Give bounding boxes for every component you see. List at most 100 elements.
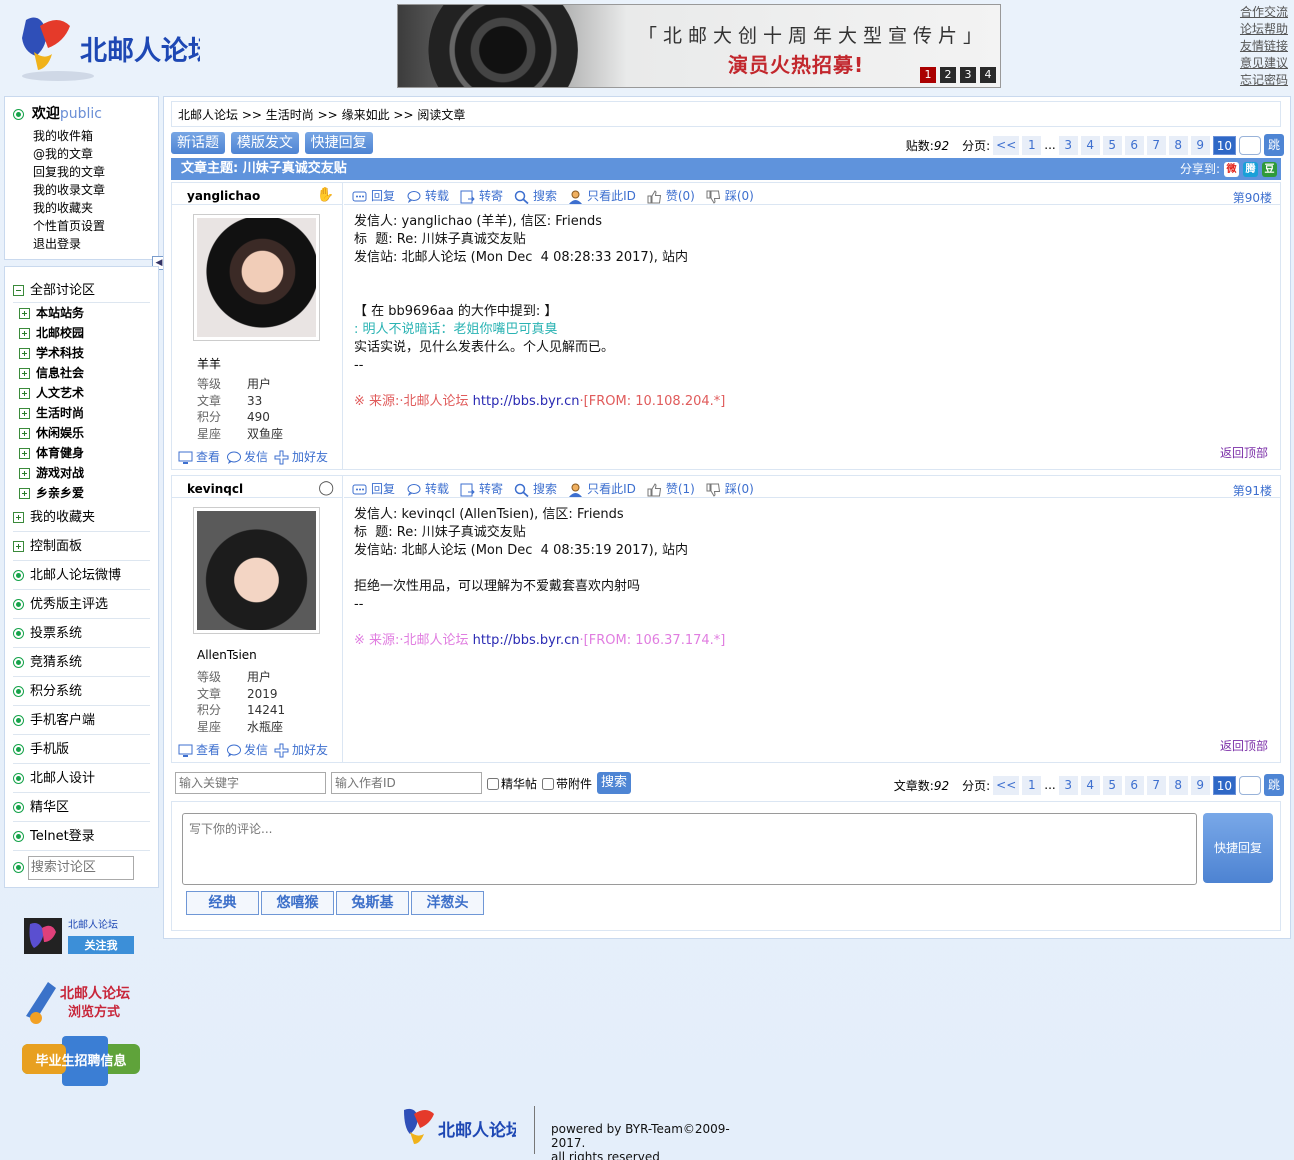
menu-inbox[interactable]: 我的收件箱 — [33, 127, 158, 145]
source-link[interactable]: http://bbs.byr.cn — [473, 633, 580, 648]
avatar[interactable] — [193, 507, 320, 634]
page-link[interactable]: 4 — [1080, 775, 1100, 795]
page-jump-button[interactable]: 跳 — [1264, 134, 1284, 156]
back-to-top-link[interactable]: 返回顶部 — [1220, 737, 1268, 754]
reply-button[interactable]: 回复 — [352, 480, 395, 497]
nav-link-moderator-vote[interactable]: 优秀版主评选 — [13, 590, 150, 619]
emote-tab-tuzki[interactable]: 兔斯基 — [336, 891, 409, 915]
send-message-button[interactable]: 发信 — [226, 741, 268, 758]
emote-tab-onion[interactable]: 洋葱头 — [411, 891, 484, 915]
nav-link-digest[interactable]: 精华区 — [13, 793, 150, 822]
page-link[interactable]: 9 — [1190, 135, 1210, 155]
search-button[interactable]: 搜索 — [514, 480, 557, 497]
keyword-search-input[interactable] — [175, 772, 326, 794]
nav-link-guess[interactable]: 竞猜系统 — [13, 648, 150, 677]
board-item[interactable]: 游戏对战 — [19, 463, 150, 483]
link-cooperation[interactable]: 合作交流 — [1240, 4, 1288, 21]
breadcrumb-board[interactable]: 缘来如此 — [342, 108, 390, 122]
menu-favorites[interactable]: 我的收藏夹 — [33, 199, 158, 217]
page-jump-button[interactable]: 跳 — [1264, 774, 1284, 796]
link-forgot-password[interactable]: 忘记密码 — [1240, 72, 1288, 89]
attachment-checkbox[interactable] — [542, 778, 555, 790]
forward-button[interactable]: 转寄 — [460, 187, 503, 204]
page-link[interactable]: 7 — [1146, 775, 1166, 795]
page-link[interactable]: 9 — [1190, 775, 1210, 795]
link-help[interactable]: 论坛帮助 — [1240, 21, 1288, 38]
template-post-button[interactable]: 模版发文 — [230, 132, 299, 154]
avatar[interactable] — [193, 214, 320, 341]
nav-link-telnet[interactable]: Telnet登录 — [13, 822, 150, 851]
banner-slide-4[interactable]: 4 — [980, 67, 996, 83]
jobs-promo[interactable]: 毕业生招聘信息 — [22, 1034, 140, 1088]
page-link[interactable]: 1 — [1022, 775, 1042, 795]
author-search-input[interactable] — [331, 772, 482, 794]
only-this-id-button[interactable]: 只看此ID — [568, 187, 636, 204]
like-button[interactable]: 赞(0) — [647, 187, 695, 204]
link-feedback[interactable]: 意见建议 — [1240, 55, 1288, 72]
search-button[interactable]: 搜索 — [514, 187, 557, 204]
board-item[interactable]: 休闲娱乐 — [19, 423, 150, 443]
page-link[interactable]: 5 — [1102, 135, 1122, 155]
browse-mode-promo[interactable]: 北邮人论坛 浏览方式 — [22, 974, 140, 1026]
send-message-button[interactable]: 发信 — [226, 448, 268, 465]
quick-reply-button[interactable]: 快捷回复 — [304, 132, 373, 154]
add-friend-button[interactable]: 加好友 — [274, 448, 328, 465]
nav-link-points[interactable]: 积分系统 — [13, 677, 150, 706]
breadcrumb-home[interactable]: 北邮人论坛 — [178, 108, 238, 122]
menu-collected[interactable]: 我的收录文章 — [33, 181, 158, 199]
board-item[interactable]: 人文艺术 — [19, 383, 150, 403]
page-link[interactable]: 6 — [1124, 775, 1144, 795]
page-link[interactable]: 8 — [1168, 135, 1188, 155]
menu-replies[interactable]: 回复我的文章 — [33, 163, 158, 181]
digest-checkbox[interactable] — [487, 778, 499, 790]
nav-link-design[interactable]: 北邮人设计 — [13, 764, 150, 793]
nav-link-weibo[interactable]: 北邮人论坛微博 — [13, 561, 150, 590]
attachment-filter[interactable]: 带附件 — [542, 775, 592, 792]
weibo-follow-promo[interactable]: 北邮人论坛 关注我 — [22, 914, 136, 958]
page-link[interactable]: 8 — [1168, 775, 1188, 795]
view-profile-button[interactable]: 查看 — [178, 448, 220, 465]
source-link[interactable]: http://bbs.byr.cn — [473, 394, 580, 409]
banner-slide-2[interactable]: 2 — [940, 67, 956, 83]
page-link[interactable]: 3 — [1058, 135, 1078, 155]
site-logo[interactable]: 北邮人论坛 — [18, 12, 215, 86]
emote-tab-classic[interactable]: 经典 — [186, 891, 259, 915]
like-button[interactable]: 赞(1) — [647, 480, 695, 497]
board-item[interactable]: 信息社会 — [19, 363, 150, 383]
board-item[interactable]: 北邮校园 — [19, 323, 150, 343]
page-link[interactable]: 7 — [1146, 135, 1166, 155]
board-item[interactable]: 学术科技 — [19, 343, 150, 363]
nav-link-vote[interactable]: 投票系统 — [13, 619, 150, 648]
view-profile-button[interactable]: 查看 — [178, 741, 220, 758]
page-jump-input[interactable] — [1239, 775, 1261, 795]
digest-filter[interactable]: 精华帖 — [487, 775, 537, 792]
menu-homepage-settings[interactable]: 个性首页设置 — [33, 217, 158, 235]
banner-slide-3[interactable]: 3 — [960, 67, 976, 83]
dislike-button[interactable]: 踩(0) — [706, 480, 754, 497]
add-friend-button[interactable]: 加好友 — [274, 741, 328, 758]
nav-all-boards[interactable]: 全部讨论区 — [13, 279, 150, 303]
page-current[interactable]: 10 — [1212, 135, 1236, 155]
banner-slide-1[interactable]: 1 — [920, 67, 936, 83]
back-to-top-link[interactable]: 返回顶部 — [1220, 444, 1268, 461]
only-this-id-button[interactable]: 只看此ID — [568, 480, 636, 497]
author-id[interactable]: kevinqcl — [187, 482, 243, 496]
douban-icon[interactable]: 豆 — [1262, 161, 1277, 177]
board-item[interactable]: 乡亲乡爱 — [19, 483, 150, 503]
new-topic-button[interactable]: 新话题 — [171, 132, 225, 154]
page-link[interactable]: 3 — [1058, 775, 1078, 795]
emote-tab-monkey[interactable]: 悠嘻猴 — [261, 891, 334, 915]
dislike-button[interactable]: 踩(0) — [706, 187, 754, 204]
banner-carousel[interactable]: 「北邮大创十周年大型宣传片」 演员火热招募! 1 2 3 4 — [397, 4, 1001, 88]
nav-link-mobile-client[interactable]: 手机客户端 — [13, 706, 150, 735]
nav-control-panel[interactable]: 控制面板 — [13, 532, 150, 561]
nav-link-mobile[interactable]: 手机版 — [13, 735, 150, 764]
article-search-button[interactable]: 搜索 — [597, 772, 632, 794]
reply-textarea[interactable] — [182, 813, 1197, 885]
page-link[interactable]: 6 — [1124, 135, 1144, 155]
author-id[interactable]: yanglichao — [187, 189, 260, 203]
page-jump-input[interactable] — [1239, 135, 1261, 155]
menu-logout[interactable]: 退出登录 — [33, 235, 158, 253]
board-search-input[interactable] — [27, 855, 134, 880]
page-link[interactable]: 1 — [1022, 135, 1042, 155]
